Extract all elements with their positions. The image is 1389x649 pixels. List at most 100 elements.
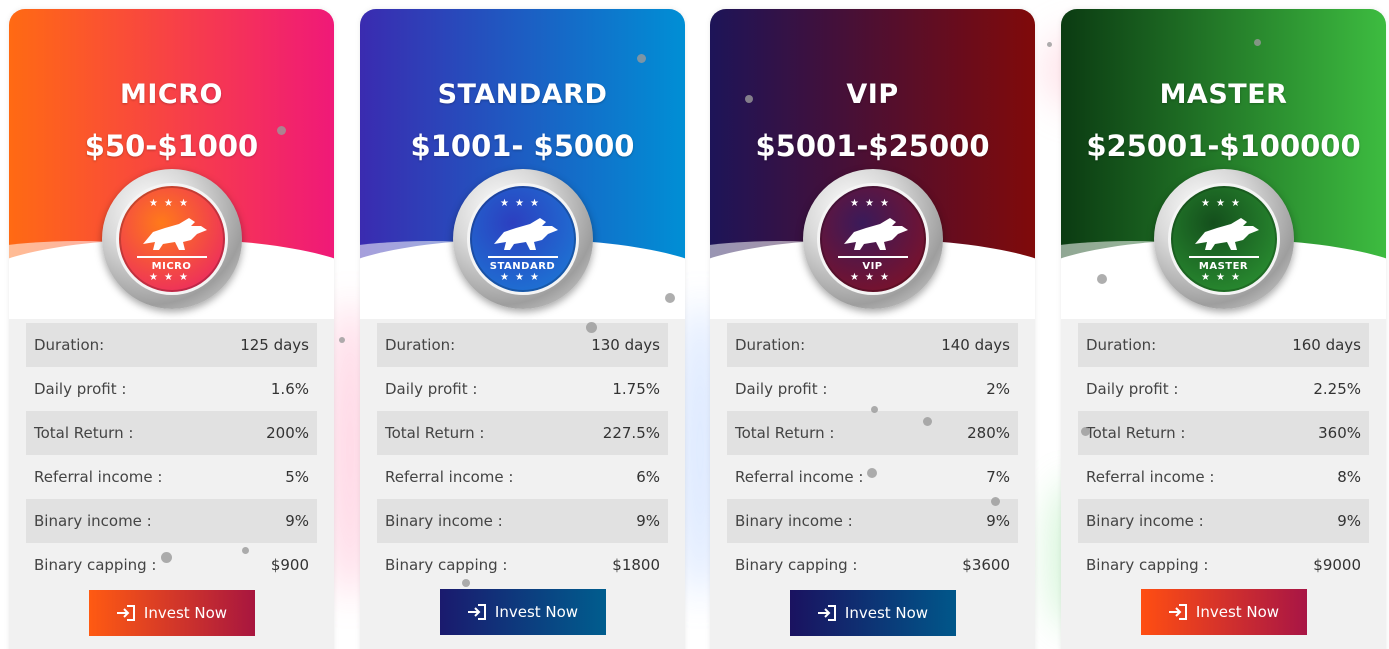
detail-row-referral-income: Referral income : 6% [377, 455, 668, 499]
detail-value: 6% [636, 468, 660, 486]
detail-label: Binary capping : [34, 556, 157, 574]
plan-details: Duration: 140 days Daily profit : 2% Total… [727, 323, 1018, 587]
detail-label: Referral income : [735, 468, 864, 486]
detail-label: Binary income : [385, 512, 503, 530]
stars-icon: ★★★ [1201, 272, 1246, 283]
badge-label: MASTER [1198, 261, 1249, 272]
bull-icon [142, 218, 207, 250]
plan-price-range: $1001- $5000 [410, 129, 635, 163]
detail-row-referral-income: Referral income : 5% [26, 455, 317, 499]
detail-row-binary-income: Binary income : 9% [26, 499, 317, 543]
detail-value: 1.6% [270, 380, 309, 398]
stars-icon: ★★★ [500, 198, 545, 209]
plan-name: MICRO [120, 79, 223, 110]
detail-row-daily-profit: Daily profit : 1.6% [26, 367, 317, 411]
detail-row-binary-capping: Binary capping : $900 [26, 543, 317, 587]
detail-row-binary-capping: Binary capping : $9000 [1078, 543, 1369, 587]
invest-now-label: Invest Now [1195, 603, 1280, 621]
sign-in-icon [116, 605, 135, 621]
detail-row-daily-profit: Daily profit : 2.25% [1078, 367, 1369, 411]
invest-now-label: Invest Now [844, 604, 929, 622]
detail-row-binary-capping: Binary capping : $1800 [377, 543, 668, 587]
plan-price-range: $50-$1000 [84, 129, 259, 163]
detail-value: 8% [1337, 468, 1361, 486]
detail-row-binary-capping: Binary capping : $3600 [727, 543, 1018, 587]
detail-value: 5% [285, 468, 309, 486]
stars-icon: ★★★ [500, 272, 545, 283]
detail-value: 9% [1337, 512, 1361, 530]
plan-header: MICRO $50-$1000 ★★★ MICRO ★★★ [9, 9, 334, 319]
invest-now-button[interactable]: Invest Now [88, 590, 255, 636]
detail-label: Binary income : [735, 512, 853, 530]
plan-badge: ★★★ STANDARD ★★★ [452, 169, 593, 309]
stars-icon: ★★★ [1201, 198, 1246, 209]
detail-label: Total Return : [34, 424, 134, 442]
detail-value: $3600 [962, 556, 1010, 574]
plan-card-micro: MICRO $50-$1000 ★★★ MICRO ★★★ Duration: 1… [9, 9, 334, 649]
detail-label: Binary capping : [735, 556, 858, 574]
detail-row-duration: Duration: 160 days [1078, 323, 1369, 367]
detail-row-duration: Duration: 125 days [26, 323, 317, 367]
detail-value: $1800 [612, 556, 660, 574]
detail-value: 7% [986, 468, 1010, 486]
detail-label: Daily profit : [34, 380, 127, 398]
plan-price-range: $25001-$100000 [1086, 129, 1361, 163]
detail-value: 227.5% [602, 424, 660, 442]
plan-badge: ★★★ MASTER ★★★ [1153, 169, 1294, 309]
plan-details: Duration: 160 days Daily profit : 2.25% To… [1078, 323, 1369, 587]
detail-row-total-return: Total Return : 227.5% [377, 411, 668, 455]
invest-now-button[interactable]: Invest Now [439, 589, 606, 635]
invest-now-label: Invest Now [143, 604, 228, 622]
sign-in-icon [817, 605, 836, 621]
detail-value: $900 [270, 556, 309, 574]
invest-now-label: Invest Now [494, 603, 579, 621]
detail-label: Binary capping : [1086, 556, 1209, 574]
plan-header: VIP $5001-$25000 ★★★ VIP ★★★ [710, 9, 1035, 319]
detail-label: Total Return : [385, 424, 485, 442]
detail-value: 360% [1318, 424, 1361, 442]
plan-header: STANDARD $1001- $5000 ★★★ STANDARD ★★★ [360, 9, 685, 319]
plan-details: Duration: 125 days Daily profit : 1.6% Tot… [26, 323, 317, 587]
detail-value: 1.75% [612, 380, 660, 398]
plan-header: MASTER $25001-$100000 ★★★ MASTER ★★★ [1061, 9, 1386, 319]
stars-icon: ★★★ [149, 198, 194, 209]
plan-price-range: $5001-$25000 [755, 129, 990, 163]
bull-icon [1194, 218, 1259, 250]
detail-value: 2.25% [1313, 380, 1361, 398]
detail-row-binary-income: Binary income : 9% [377, 499, 668, 543]
detail-label: Duration: [1086, 336, 1157, 354]
detail-label: Duration: [34, 336, 105, 354]
badge-label: VIP [862, 261, 883, 272]
detail-value: 2% [986, 380, 1010, 398]
stars-icon: ★★★ [850, 198, 895, 209]
detail-label: Referral income : [1086, 468, 1215, 486]
stars-icon: ★★★ [850, 272, 895, 283]
detail-row-binary-income: Binary income : 9% [1078, 499, 1369, 543]
detail-value: $9000 [1313, 556, 1361, 574]
detail-row-total-return: Total Return : 200% [26, 411, 317, 455]
invest-now-button[interactable]: Invest Now [789, 590, 956, 636]
detail-row-binary-income: Binary income : 9% [727, 499, 1018, 543]
detail-row-referral-income: Referral income : 8% [1078, 455, 1369, 499]
stars-icon: ★★★ [149, 272, 194, 283]
plan-name: MASTER [1159, 79, 1288, 110]
detail-row-duration: Duration: 140 days [727, 323, 1018, 367]
sign-in-icon [467, 604, 486, 620]
plan-name: STANDARD [437, 79, 608, 110]
pricing-plans: MICRO $50-$1000 ★★★ MICRO ★★★ Duration: 1… [0, 0, 1389, 649]
detail-label: Referral income : [34, 468, 163, 486]
plan-card-standard: STANDARD $1001- $5000 ★★★ STANDARD ★★★ D… [360, 9, 685, 649]
badge-label: STANDARD [489, 261, 556, 272]
plan-badge: ★★★ VIP ★★★ [802, 169, 943, 309]
invest-now-button[interactable]: Invest Now [1140, 589, 1307, 635]
detail-label: Duration: [385, 336, 456, 354]
detail-value: 130 days [591, 336, 660, 354]
badge-label: MICRO [151, 261, 192, 272]
detail-value: 200% [266, 424, 309, 442]
plan-badge: ★★★ MICRO ★★★ [101, 169, 242, 309]
detail-value: 9% [986, 512, 1010, 530]
plan-details: Duration: 130 days Daily profit : 1.75% To… [377, 323, 668, 587]
detail-row-total-return: Total Return : 360% [1078, 411, 1369, 455]
plan-card-vip: VIP $5001-$25000 ★★★ VIP ★★★ Duration: 14… [710, 9, 1035, 649]
detail-label: Total Return : [735, 424, 835, 442]
